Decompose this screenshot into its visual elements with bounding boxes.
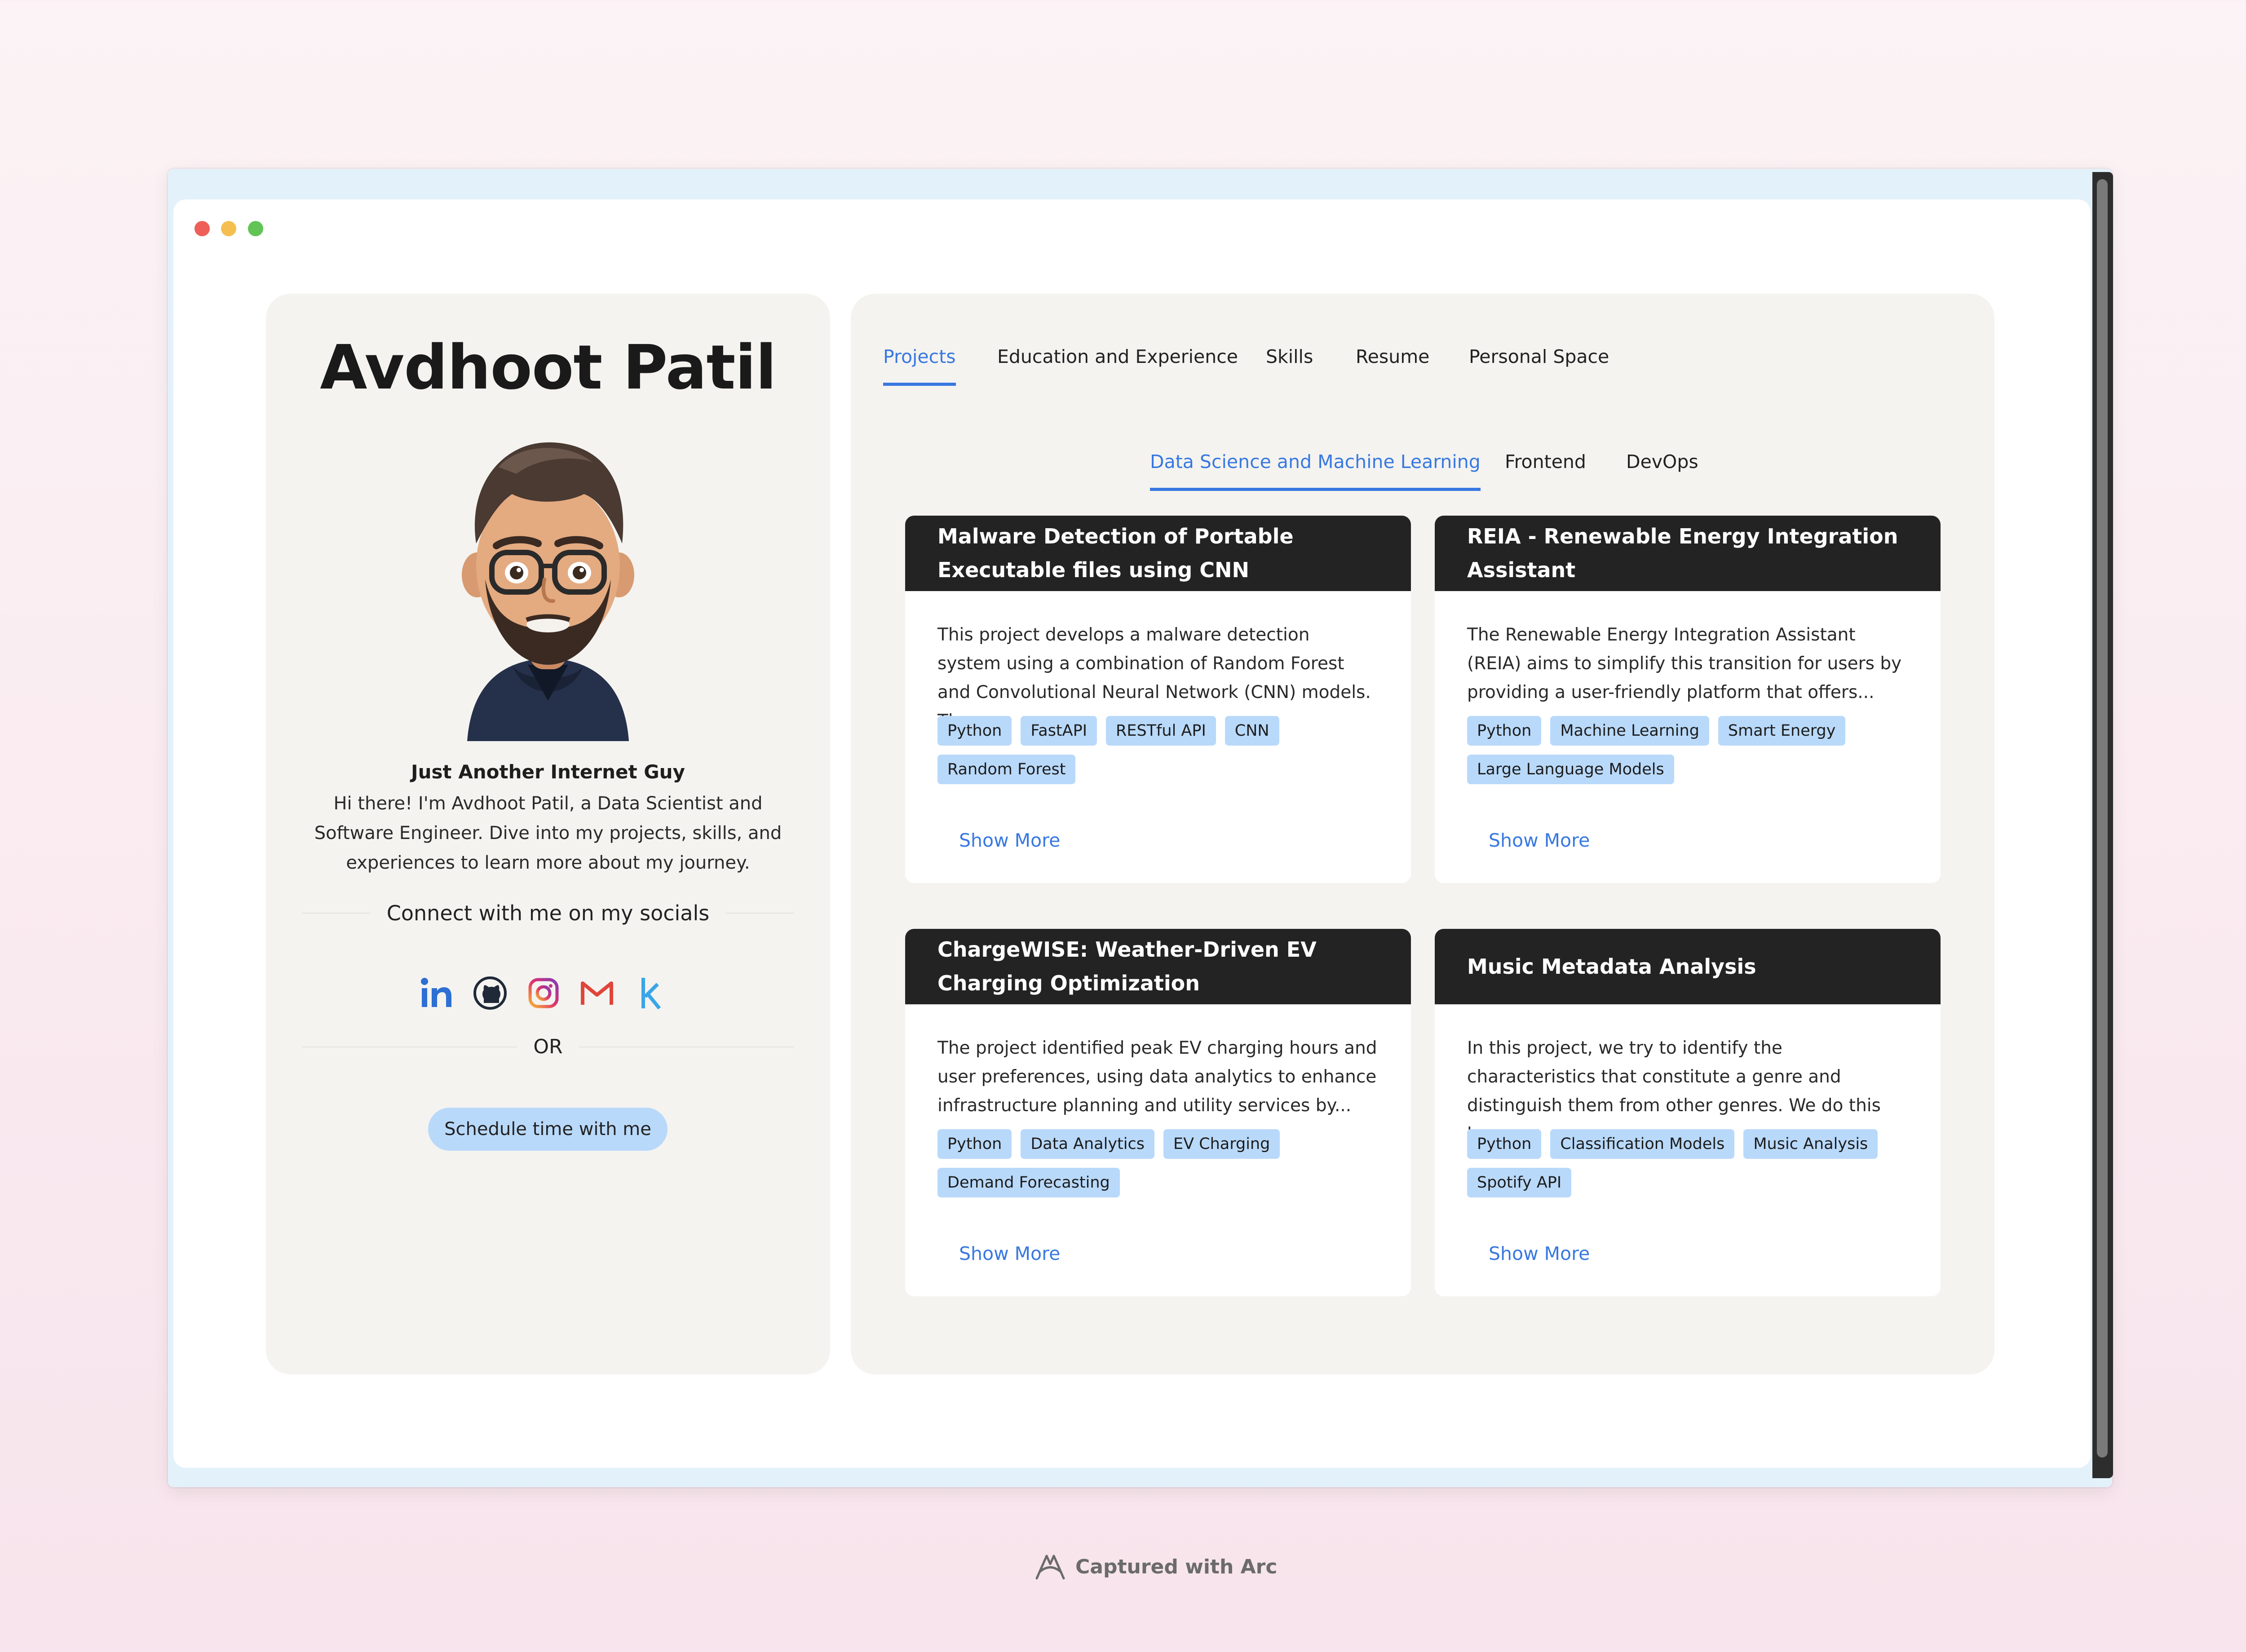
show-more-button[interactable]: Show More — [1467, 1237, 1611, 1270]
capture-footer: Captured with Arc — [1033, 1549, 1277, 1585]
project-tag: Python — [937, 1129, 1012, 1159]
project-tags: Python Classification Models Music Analy… — [1467, 1129, 1916, 1197]
project-tag: Large Language Models — [1467, 755, 1674, 784]
project-tag: Random Forest — [937, 755, 1076, 784]
connect-label: Connect with me on my socials — [386, 901, 710, 925]
close-window-button[interactable] — [195, 221, 210, 236]
project-card: Malware Detection of Portable Executable… — [905, 516, 1411, 883]
project-tag: Classification Models — [1550, 1129, 1735, 1159]
profile-bio: Hi there! I'm Avdhoot Patil, a Data Scie… — [314, 793, 782, 873]
project-tag: CNN — [1225, 716, 1279, 746]
schedule-button[interactable]: Schedule time with me — [428, 1108, 668, 1151]
show-more-button[interactable]: Show More — [937, 824, 1082, 857]
project-title: REIA - Renewable Energy Integration Assi… — [1435, 516, 1941, 591]
tab-education-and-experience[interactable]: Education and Experience — [997, 346, 1238, 383]
tab-resume[interactable]: Resume — [1356, 346, 1429, 383]
subtab-frontend[interactable]: Frontend — [1505, 451, 1586, 488]
show-more-button[interactable]: Show More — [1467, 824, 1611, 857]
project-tag: Python — [937, 716, 1012, 746]
project-tag: Python — [1467, 716, 1542, 746]
project-tag: Music Analysis — [1743, 1129, 1878, 1159]
project-tags: Python Data Analytics EV Charging Demand… — [937, 1129, 1387, 1197]
github-icon[interactable] — [471, 974, 509, 1012]
social-links — [418, 973, 669, 1013]
project-title: Malware Detection of Portable Executable… — [905, 516, 1411, 591]
project-tag: FastAPI — [1021, 716, 1097, 746]
tab-projects[interactable]: Projects — [883, 346, 956, 386]
project-card: Music Metadata Analysis In this project,… — [1435, 929, 1941, 1296]
avatar — [462, 442, 634, 741]
footer-label: Captured with Arc — [1075, 1555, 1278, 1578]
project-tag: EV Charging — [1163, 1129, 1280, 1159]
project-card: REIA - Renewable Energy Integration Assi… — [1435, 516, 1941, 883]
or-divider: OR — [302, 1035, 794, 1058]
linkedin-icon[interactable] — [418, 974, 455, 1012]
project-tag: Python — [1467, 1129, 1542, 1159]
project-description: The project identified peak EV charging … — [937, 1038, 1377, 1116]
project-tags: Python Machine Learning Smart Energy Lar… — [1467, 716, 1916, 784]
project-title: ChargeWISE: Weather-Driven EV Charging O… — [905, 929, 1411, 1004]
show-more-button[interactable]: Show More — [937, 1237, 1082, 1270]
project-tag: Spotify API — [1467, 1168, 1572, 1197]
project-tag: Data Analytics — [1021, 1129, 1154, 1159]
gmail-icon[interactable] — [578, 974, 616, 1012]
profile-tagline: Just Another Internet Guy — [411, 761, 685, 783]
minimize-window-button[interactable] — [221, 221, 236, 236]
project-description: The Renewable Energy Integration Assista… — [1467, 625, 1902, 702]
project-tags: Python FastAPI RESTful API CNN Random Fo… — [937, 716, 1387, 784]
tab-personal-space[interactable]: Personal Space — [1469, 346, 1609, 383]
arc-logo-icon — [1035, 1555, 1065, 1580]
project-tag: RESTful API — [1106, 716, 1216, 746]
project-title: Music Metadata Analysis — [1435, 929, 1941, 1004]
project-tag: Smart Energy — [1718, 716, 1846, 746]
subtab-data-science[interactable]: Data Science and Machine Learning — [1150, 451, 1481, 491]
tab-skills[interactable]: Skills — [1266, 346, 1313, 383]
project-tag: Demand Forecasting — [937, 1168, 1120, 1197]
project-tag: Machine Learning — [1550, 716, 1709, 746]
maximize-window-button[interactable] — [248, 221, 263, 236]
instagram-icon[interactable] — [525, 974, 562, 1012]
kaggle-icon[interactable] — [632, 974, 669, 1012]
project-card: ChargeWISE: Weather-Driven EV Charging O… — [905, 929, 1411, 1296]
profile-name: Avdhoot Patil — [320, 332, 777, 403]
subtab-devops[interactable]: DevOps — [1626, 451, 1698, 488]
scrollbar-thumb[interactable] — [2097, 179, 2108, 1458]
or-label: OR — [533, 1035, 563, 1058]
socials-divider: Connect with me on my socials — [302, 901, 794, 925]
